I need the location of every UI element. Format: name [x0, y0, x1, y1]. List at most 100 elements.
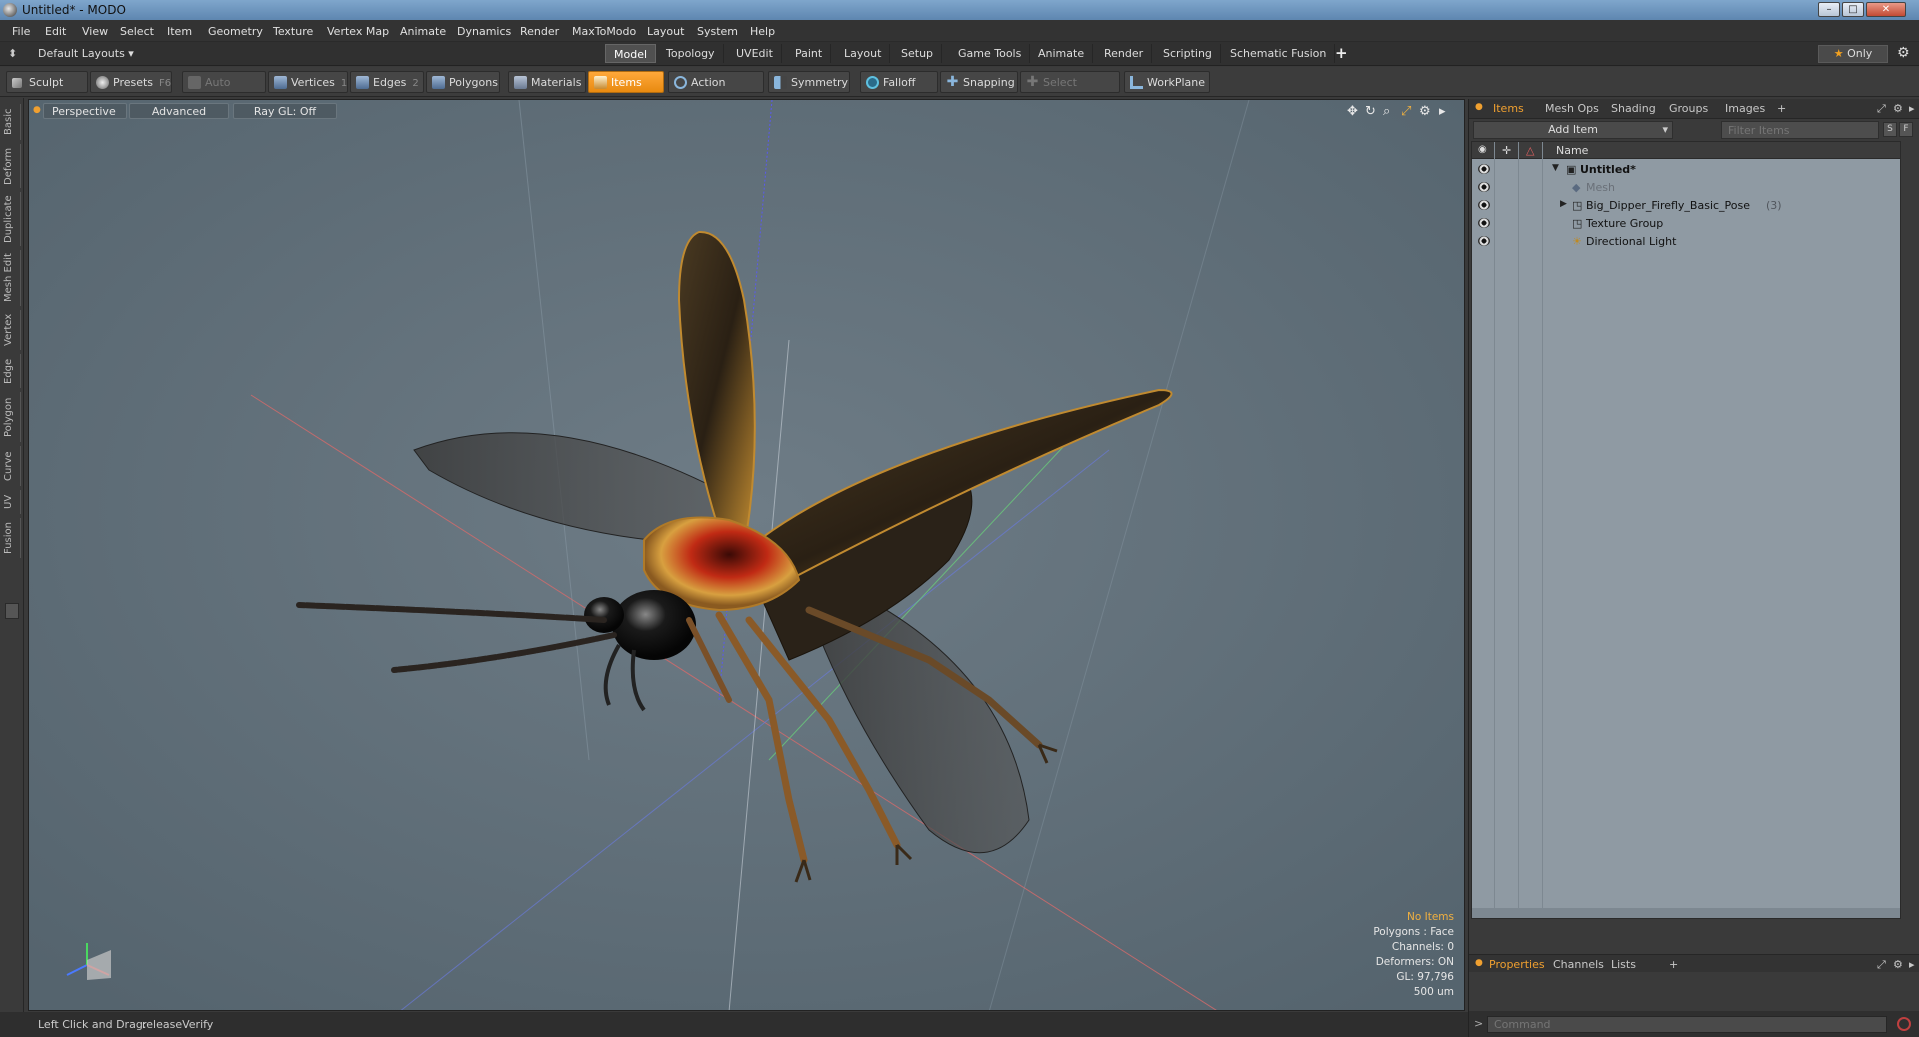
tree-row-untitled[interactable]: ▼ ▣ Untitled* [1472, 161, 1900, 179]
tree-row-mesh[interactable]: ◆ Mesh [1472, 179, 1900, 197]
gear-icon[interactable]: ⚙ [1897, 45, 1910, 61]
default-layouts-dropdown[interactable]: Default Layouts ▾ [38, 47, 134, 60]
vtab-polygon[interactable]: Polygon [3, 392, 21, 442]
select-through-button[interactable]: ✚ Select Through [1020, 71, 1120, 111]
workplane-button[interactable]: WorkPlane [1124, 71, 1210, 93]
properties-gear-icon[interactable]: ⚙ [1893, 958, 1903, 971]
tab-uvedit[interactable]: UVEdit [728, 44, 782, 63]
action-center-button[interactable]: Action Center [668, 71, 764, 111]
vtab-fusion[interactable]: Fusion [3, 518, 21, 558]
3d-viewport[interactable]: ● Perspective Advanced Ray GL: Off ✥ ↻ ⌕… [28, 99, 1465, 1011]
tab-layout[interactable]: Layout [836, 44, 891, 63]
viewport-gear-icon[interactable]: ⚙ [1419, 104, 1431, 119]
vtab-basic[interactable]: Basic [3, 104, 21, 140]
menu-item[interactable]: Item [167, 25, 192, 38]
tab-channels[interactable]: Channels [1553, 958, 1604, 971]
eye-icon[interactable] [1478, 236, 1490, 246]
menu-layout[interactable]: Layout [647, 25, 684, 38]
menu-dynamics[interactable]: Dynamics [457, 25, 511, 38]
shading-mode-advanced[interactable]: Advanced [129, 103, 229, 119]
tab-images[interactable]: Images [1725, 102, 1765, 115]
tab-properties[interactable]: Properties [1489, 958, 1545, 971]
tab-render[interactable]: Render [1096, 44, 1153, 63]
menu-vertex-map[interactable]: Vertex Map [327, 25, 389, 38]
menu-help[interactable]: Help [750, 25, 775, 38]
add-item-button[interactable]: Add Item ▾ [1473, 121, 1673, 139]
expand-panel-icon[interactable]: ⤢ [1877, 102, 1886, 116]
tab-shading[interactable]: Shading [1611, 102, 1656, 115]
fit-icon[interactable]: ⤢ [1401, 104, 1411, 119]
tab-paint[interactable]: Paint [787, 44, 832, 63]
view-mode-perspective[interactable]: Perspective [43, 103, 127, 119]
close-button[interactable]: ✕ [1866, 2, 1906, 17]
vtab-deform[interactable]: Deform [3, 144, 21, 188]
sculpt-button[interactable]: Sculpt [6, 71, 88, 93]
tab-items[interactable]: Items [1493, 102, 1524, 115]
eye-icon[interactable] [1478, 200, 1490, 210]
maximize-button[interactable]: □ [1842, 2, 1864, 17]
add-properties-tab-button[interactable]: + [1669, 958, 1678, 971]
tree-horizontal-scrollbar[interactable] [1472, 908, 1900, 918]
menu-edit[interactable]: Edit [45, 25, 66, 38]
vtab-duplicate[interactable]: Duplicate [3, 192, 21, 246]
tab-lists[interactable]: Lists [1611, 958, 1636, 971]
filter-s-button[interactable]: S [1883, 122, 1897, 137]
menu-file[interactable]: File [12, 25, 30, 38]
panel-arrow-icon[interactable]: ▸ [1909, 102, 1915, 115]
materials-button[interactable]: Materials [508, 71, 586, 93]
filter-items-input[interactable] [1721, 121, 1879, 139]
minimize-button[interactable]: – [1818, 2, 1840, 17]
tab-setup[interactable]: Setup [893, 44, 943, 63]
eye-icon[interactable] [1478, 218, 1490, 228]
tree-row-texture-group[interactable]: ◳ Texture Group [1472, 215, 1900, 233]
symmetry-button[interactable]: Symmetry [768, 71, 850, 93]
render-column-icon[interactable]: △ [1526, 144, 1534, 157]
menu-maxtomodo[interactable]: MaxToModo [572, 25, 636, 38]
panel-gear-icon[interactable]: ⚙ [1893, 102, 1903, 115]
menu-animate[interactable]: Animate [400, 25, 446, 38]
menu-geometry[interactable]: Geometry [208, 25, 263, 38]
add-panel-tab-button[interactable]: + [1777, 102, 1786, 115]
tab-mesh-ops[interactable]: Mesh Ops [1545, 102, 1599, 115]
lock-column-icon[interactable]: ✛ [1502, 144, 1511, 157]
tab-animate[interactable]: Animate [1030, 44, 1094, 63]
viewport-expand-icon[interactable]: ▸ [1439, 104, 1446, 119]
tab-model[interactable]: Model [605, 44, 657, 63]
snapping-button[interactable]: ✚ Snapping [940, 71, 1018, 93]
tool-strip-toggle[interactable] [5, 603, 19, 619]
panel-menu-dot[interactable]: ● [1475, 102, 1483, 112]
polygons-button[interactable]: Polygons [426, 71, 500, 93]
eye-icon[interactable] [1478, 164, 1490, 174]
expand-arrow[interactable]: ▼ [1552, 163, 1559, 173]
zoom-icon[interactable]: ⌕ [1383, 104, 1390, 119]
command-input[interactable] [1487, 1016, 1887, 1033]
vtab-uv[interactable]: UV [3, 490, 21, 514]
menu-texture[interactable]: Texture [273, 25, 313, 38]
eye-icon[interactable] [1478, 182, 1490, 192]
pan-icon[interactable]: ✥ [1347, 104, 1358, 119]
rotate-icon[interactable]: ↻ [1365, 104, 1376, 119]
visibility-column-icon[interactable]: ◉ [1478, 144, 1487, 155]
viewport-menu-dot[interactable]: ● [33, 105, 41, 115]
edges-button[interactable]: Edges 2 [350, 71, 424, 93]
auto-select-button[interactable]: Auto Select [182, 71, 266, 111]
expand-arrow[interactable]: ▶ [1560, 199, 1567, 209]
vtab-vertex[interactable]: Vertex [3, 310, 21, 350]
filter-f-button[interactable]: F [1899, 122, 1913, 137]
menu-system[interactable]: System [697, 25, 738, 38]
menu-view[interactable]: View [82, 25, 108, 38]
record-icon[interactable] [1897, 1017, 1911, 1031]
menu-select[interactable]: Select [120, 25, 154, 38]
menu-render[interactable]: Render [520, 25, 559, 38]
falloff-button[interactable]: Falloff [860, 71, 938, 93]
raygl-toggle[interactable]: Ray GL: Off [233, 103, 337, 119]
tab-groups[interactable]: Groups [1669, 102, 1708, 115]
presets-button[interactable]: Presets F6 [90, 71, 172, 93]
name-column-header[interactable]: Name [1556, 144, 1588, 157]
items-button[interactable]: Items [588, 71, 664, 93]
vtab-edge[interactable]: Edge [3, 354, 21, 388]
vtab-curve[interactable]: Curve [3, 446, 21, 486]
tab-schematic-fusion[interactable]: Schematic Fusion [1222, 44, 1336, 63]
expand-properties-icon[interactable]: ⤢ [1877, 958, 1886, 972]
tab-topology[interactable]: Topology [658, 44, 724, 63]
